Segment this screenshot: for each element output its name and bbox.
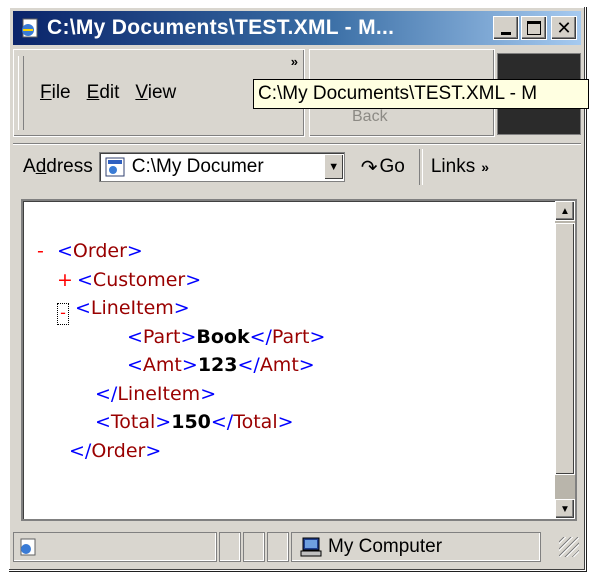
- scroll-up-button[interactable]: ▲: [555, 201, 575, 221]
- xml-line-order-close: </Order>: [69, 439, 162, 462]
- address-label: Address: [23, 156, 93, 177]
- resize-grip-icon[interactable]: [559, 537, 579, 557]
- address-dropdown-button[interactable]: ▼: [323, 154, 344, 180]
- xml-line-lineitem-open: - <LineItem>: [37, 294, 325, 325]
- xml-line-part: <Part>Book</Part>: [127, 325, 326, 348]
- toolbar-separator: [418, 149, 423, 185]
- computer-icon: [300, 537, 322, 557]
- close-button[interactable]: ✕: [551, 16, 577, 40]
- status-pane-3: [243, 532, 265, 562]
- maximize-button[interactable]: [521, 16, 547, 40]
- xml-tree: - <Order> + <Customer> - <LineItem> <Part>B…: [37, 237, 325, 465]
- ie-status-icon: [18, 537, 38, 557]
- minimize-button[interactable]: [493, 16, 519, 40]
- xml-line-order-open: - <Order>: [37, 237, 325, 266]
- ie-page-icon: [19, 17, 41, 39]
- back-button[interactable]: Back: [352, 108, 388, 126]
- maximize-icon: [527, 21, 541, 35]
- xml-line-total: <Total>150</Total>: [95, 411, 294, 433]
- status-pane-2: [219, 532, 241, 562]
- browser-window: C:\My Documents\TEST.XML - M... ✕ File E…: [8, 6, 589, 571]
- xml-line-customer: + <Customer>: [37, 266, 325, 295]
- status-bar: My Computer: [13, 529, 581, 565]
- menu-edit[interactable]: Edit: [87, 82, 120, 104]
- address-tooltip: C:\My Documents\TEST.XML - M: [253, 79, 589, 109]
- zone-label: My Computer: [328, 536, 443, 557]
- menu-view[interactable]: View: [135, 82, 176, 104]
- go-label: Go: [379, 156, 405, 177]
- scroll-up-icon: ▲: [560, 205, 570, 217]
- menu-file[interactable]: File: [40, 82, 71, 104]
- address-value: C:\My Documer: [131, 156, 264, 177]
- dropdown-arrow-icon: ▼: [328, 161, 340, 173]
- scroll-down-icon: ▼: [560, 503, 570, 515]
- links-overflow-chevron[interactable]: »: [481, 159, 489, 175]
- vertical-scrollbar[interactable]: ▲ ▼: [555, 201, 575, 519]
- title-bar[interactable]: C:\My Documents\TEST.XML - M... ✕: [13, 11, 581, 45]
- minimize-icon: [501, 31, 511, 35]
- xml-page-icon: [104, 156, 126, 178]
- status-pane-4: [267, 532, 289, 562]
- window-title: C:\My Documents\TEST.XML - M...: [47, 16, 395, 39]
- scroll-thumb[interactable]: [555, 223, 575, 475]
- address-input[interactable]: C:\My Documer ▼: [98, 152, 345, 182]
- expand-toggle[interactable]: +: [57, 266, 77, 295]
- status-pane-zone: My Computer: [291, 532, 541, 562]
- status-pane-main: [13, 532, 217, 562]
- xml-line-amt: <Amt>123</Amt>: [127, 354, 315, 376]
- document-view[interactable]: - <Order> + <Customer> - <LineItem> <Part>B…: [21, 199, 577, 521]
- address-bar: Address C:\My Documer ▼ ↷ Go Links »: [13, 143, 581, 190]
- xml-line-lineitem-close: </LineItem>: [95, 382, 217, 405]
- collapse-toggle[interactable]: -: [37, 237, 57, 266]
- menu-grip[interactable]: [18, 56, 24, 130]
- scroll-down-button[interactable]: ▼: [555, 499, 575, 519]
- go-button[interactable]: ↷ Go: [361, 155, 405, 180]
- go-arrow-icon: ↷: [360, 156, 378, 179]
- menu-overflow-chevron[interactable]: »: [291, 54, 298, 69]
- close-icon: ✕: [556, 17, 572, 39]
- links-button[interactable]: Links: [431, 156, 475, 178]
